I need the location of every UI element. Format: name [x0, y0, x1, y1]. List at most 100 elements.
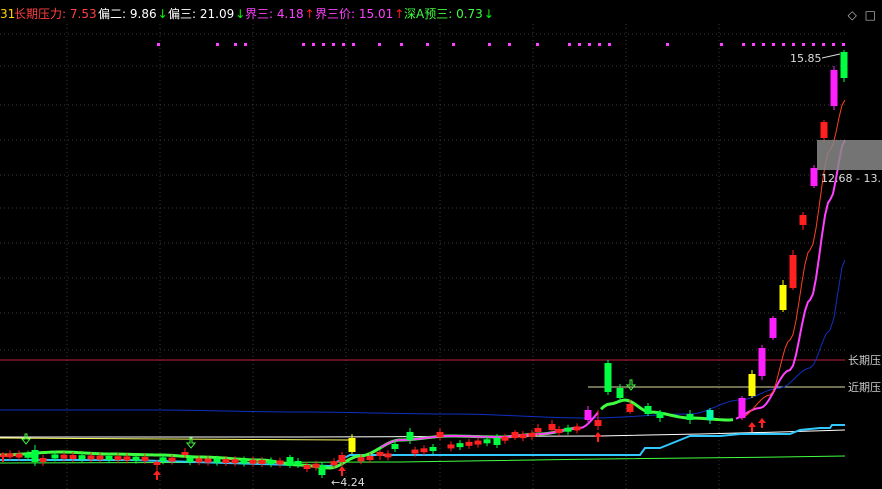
signal-dot [378, 43, 381, 46]
signal-dot [216, 43, 219, 46]
signal-dot [772, 43, 775, 46]
candle-body [276, 460, 284, 465]
candle-body [501, 436, 509, 441]
signal-dot [802, 43, 805, 46]
indicator-pian-san: 偏三: 21.09↓ [168, 7, 246, 21]
candle-body [87, 455, 95, 460]
candle-body [123, 456, 131, 461]
candle-body [96, 455, 104, 460]
candle-body [15, 453, 23, 458]
signal-dot [536, 43, 539, 46]
candle-body [456, 443, 464, 448]
candle-body [105, 455, 113, 460]
signal-dot [452, 43, 455, 46]
signal-dot [822, 43, 825, 46]
candle-body [840, 52, 848, 78]
candle-body [60, 454, 68, 459]
candle-body [573, 426, 581, 431]
candle-body [391, 444, 399, 449]
candle-body [286, 457, 294, 466]
candle-body [159, 457, 167, 462]
yellow-line [0, 437, 351, 441]
candle-body [616, 388, 624, 398]
candle-body [436, 432, 444, 437]
down-signal-arrow-icon [625, 379, 637, 391]
up-signal-arrow-icon [758, 418, 766, 428]
up-signal-arrow-icon [594, 432, 602, 442]
candle-body [213, 458, 221, 463]
signal-dot [578, 43, 581, 46]
indicator-jie-san-jia: 界三价: 15.01↑ [315, 7, 405, 21]
stock-code-fragment: 31 [0, 7, 16, 21]
signal-dot [244, 43, 247, 46]
candle-body [114, 456, 122, 461]
candle-body [528, 432, 536, 437]
candle-body [483, 439, 491, 444]
signal-dot [332, 43, 335, 46]
candle-body [411, 449, 419, 454]
candle-body [348, 438, 356, 452]
candle-body [758, 348, 766, 376]
candle-body [366, 456, 374, 460]
signal-dot [488, 43, 491, 46]
kline-chart[interactable]: 长期压近期压 12.68 - 13. 15.85 ←4.24 [0, 0, 882, 489]
down-arrow-icon: ↓ [483, 7, 494, 21]
indicator-long-pressure: 长期压力: 7.53 [14, 7, 97, 21]
signal-dot [792, 43, 795, 46]
candle-body [338, 455, 346, 462]
candle-body [384, 453, 392, 458]
candle-body [474, 440, 482, 445]
signal-dot [598, 43, 601, 46]
chart-tools: ◇ □ [844, 8, 876, 22]
candle-body [493, 438, 501, 445]
candle-body [6, 453, 14, 458]
candle-body [706, 410, 714, 420]
candle-body [447, 444, 455, 449]
diamond-icon[interactable]: ◇ [848, 8, 857, 22]
high-price-label: 15.85 [790, 52, 822, 65]
candle-body [294, 460, 302, 465]
up-arrow-icon: ↑ [304, 7, 315, 21]
signal-dot [302, 43, 305, 46]
candle-body [51, 454, 59, 459]
candle-body [748, 374, 756, 396]
long-pressure-label: 长期压 [848, 354, 881, 367]
candle-body [534, 428, 542, 432]
candle-body [584, 410, 592, 420]
candle-body [820, 122, 828, 138]
candle-body [511, 432, 519, 438]
candle-body [258, 459, 266, 464]
candle-body [626, 404, 634, 412]
candle-body [555, 429, 563, 433]
candle-body [779, 285, 787, 310]
blue-line [0, 259, 846, 419]
square-icon[interactable]: □ [865, 8, 876, 22]
candle-body [519, 434, 527, 439]
candle-body [204, 458, 212, 463]
candle-body [357, 457, 365, 462]
indicator-header: 31 长期压力: 7.53 偏二: 9.86↓ 偏三: 21.09↓ 界三: 4… [0, 0, 882, 24]
candle-body [168, 457, 176, 462]
candle-body [249, 459, 257, 464]
low-price-label: ←4.24 [331, 476, 365, 489]
signal-dot [832, 43, 835, 46]
candle-body [330, 461, 338, 466]
candle-body [267, 460, 275, 465]
signal-dot [426, 43, 429, 46]
candle-body [465, 441, 473, 446]
signal-dot [762, 43, 765, 46]
down-arrow-icon: ↓ [235, 7, 246, 21]
signal-dot [568, 43, 571, 46]
candle-body [789, 255, 797, 288]
candle-body [769, 318, 777, 338]
candle-body [376, 452, 384, 456]
signal-dot [720, 43, 723, 46]
down-arrow-icon: ↓ [157, 7, 168, 21]
signal-dot [400, 43, 403, 46]
candle-body [132, 456, 140, 461]
range-box [817, 140, 882, 170]
candle-body [24, 453, 32, 458]
indicator-pian-er: 偏二: 9.86↓ [98, 7, 168, 21]
signal-dot [352, 43, 355, 46]
candle-body [141, 456, 149, 461]
